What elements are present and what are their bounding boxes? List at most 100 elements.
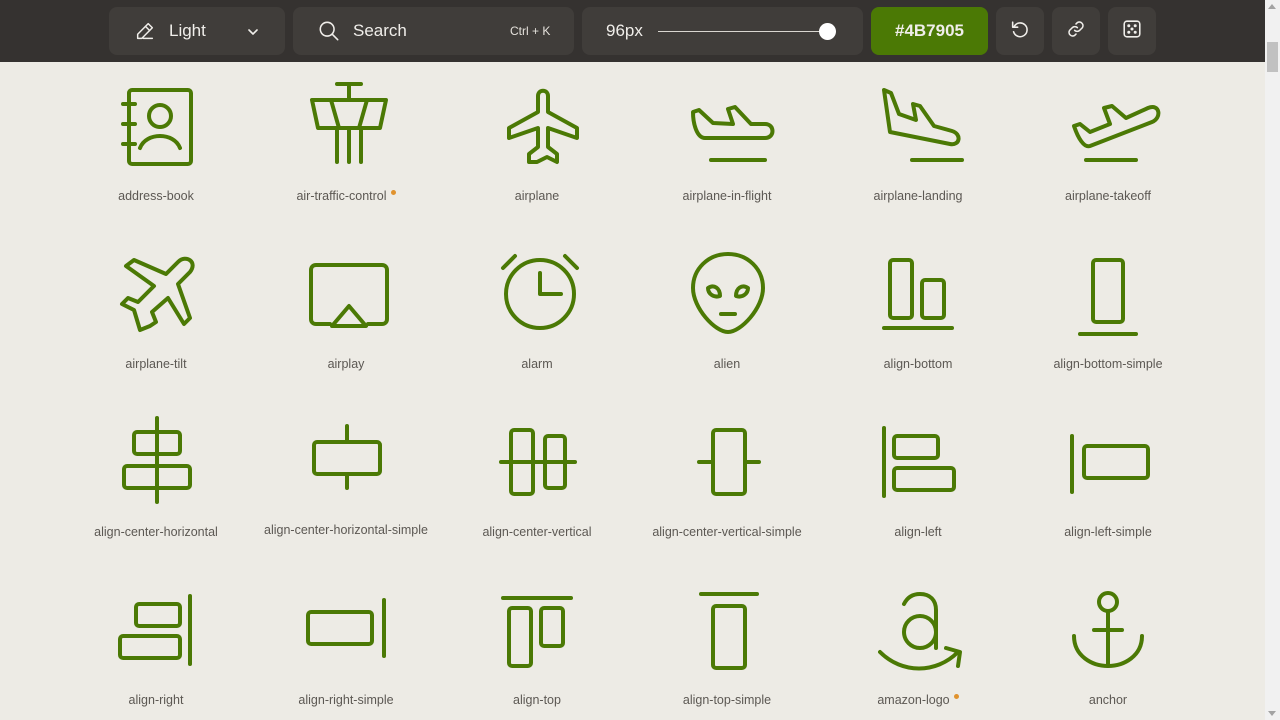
weight-label: Light — [169, 21, 206, 40]
icon-card-airplane-takeoff[interactable]: airplane-takeoff — [1013, 62, 1203, 230]
icon-card-align-center-vertical-simple[interactable]: align-center-vertical-simple — [632, 398, 822, 566]
toolbar: Light Ctrl + K 96px #4B7905 — [0, 0, 1265, 62]
icon-card-align-center-vertical[interactable]: align-center-vertical — [442, 398, 632, 566]
align-top-icon — [497, 580, 593, 676]
align-left-icon — [878, 412, 974, 508]
icon-label: align-center-horizontal — [94, 525, 218, 539]
size-label: 96px — [606, 21, 643, 40]
icon-card-align-bottom-simple[interactable]: align-bottom-simple — [1013, 230, 1203, 398]
icon-card-anchor[interactable]: anchor — [1013, 566, 1203, 720]
icon-card-airplay[interactable]: airplay — [251, 230, 441, 398]
search-input[interactable] — [353, 21, 493, 41]
search-icon — [318, 20, 340, 47]
airplane-takeoff-icon — [1068, 76, 1164, 172]
color-picker-button[interactable]: #4B7905 — [871, 7, 988, 55]
icon-label: airplane-landing — [873, 189, 963, 203]
icon-card-address-book[interactable]: address-book — [61, 62, 251, 230]
icon-label: align-top — [513, 693, 561, 707]
icon-label: align-right-simple — [298, 693, 394, 707]
airplane-tilt-icon — [116, 244, 212, 340]
icon-card-align-bottom[interactable]: align-bottom — [823, 230, 1013, 398]
size-slider-thumb[interactable] — [818, 23, 836, 40]
airplane-icon — [497, 76, 593, 172]
icon-card-align-top-simple[interactable]: align-top-simple — [632, 566, 822, 720]
alarm-icon — [497, 244, 593, 340]
icon-label: align-center-horizontal-simple — [264, 523, 428, 537]
icon-card-airplane-in-flight[interactable]: airplane-in-flight — [632, 62, 822, 230]
size-slider-fill — [658, 31, 827, 32]
icon-label: airplane-in-flight — [682, 189, 772, 203]
search-shortcut: Ctrl + K — [510, 24, 551, 38]
color-label: #4B7905 — [894, 21, 964, 40]
amazon-logo-icon — [878, 580, 974, 676]
icon-card-alarm[interactable]: alarm — [442, 230, 632, 398]
new-badge — [390, 190, 396, 195]
icon-card-airplane-tilt[interactable]: airplane-tilt — [61, 230, 251, 398]
icon-card-align-right[interactable]: align-right — [61, 566, 251, 720]
align-center-horizontal-icon — [116, 412, 212, 508]
address-book-icon — [116, 76, 212, 172]
weight-select[interactable]: Light — [109, 7, 285, 55]
link-icon — [1065, 18, 1087, 45]
anchor-icon — [1068, 580, 1164, 676]
icon-label: air-traffic-control — [251, 188, 441, 204]
align-right-icon — [116, 580, 212, 676]
new-badge — [953, 694, 959, 699]
reset-button[interactable] — [996, 7, 1044, 55]
copy-link-button[interactable] — [1052, 7, 1100, 55]
airplane-in-flight-icon — [687, 76, 783, 172]
icon-card-alien[interactable]: alien — [632, 230, 822, 398]
icon-label: airplane — [514, 189, 560, 203]
icon-label: align-bottom — [883, 357, 953, 371]
icon-label: align-top-simple — [682, 693, 772, 707]
icon-label: align-left — [894, 525, 942, 539]
icon-label: airplane-tilt — [125, 357, 187, 371]
icon-label: anchor — [1088, 693, 1128, 707]
scroll-down-arrow[interactable] — [1268, 711, 1276, 716]
align-center-vertical-simple-icon — [687, 412, 783, 508]
icon-card-align-center-horizontal[interactable]: align-center-horizontal — [61, 398, 251, 566]
align-bottom-simple-icon — [1068, 244, 1164, 340]
search-box: Ctrl + K — [293, 7, 574, 55]
icon-card-align-left-simple[interactable]: align-left-simple — [1013, 398, 1203, 566]
align-center-vertical-icon — [497, 412, 593, 508]
icon-label: align-right — [128, 693, 184, 707]
pencil-icon — [134, 20, 156, 47]
icon-label: alarm — [521, 357, 553, 371]
icon-card-air-traffic-control[interactable]: air-traffic-control — [251, 62, 441, 230]
icon-card-amazon-logo[interactable]: amazon-logo — [823, 566, 1013, 720]
scroll-up-arrow[interactable] — [1268, 4, 1276, 9]
icon-label: align-bottom-simple — [1053, 357, 1163, 371]
align-left-simple-icon — [1068, 412, 1164, 508]
chevron-down-icon — [247, 25, 259, 43]
icon-card-align-left[interactable]: align-left — [823, 398, 1013, 566]
icon-card-airplane[interactable]: airplane — [442, 62, 632, 230]
dice-icon — [1121, 18, 1143, 45]
scroll-thumb[interactable] — [1267, 42, 1278, 72]
icon-grid: address-book air-traffic-control airplan… — [0, 62, 1265, 720]
icon-card-align-center-horizontal-simple[interactable]: align-center-horizontal-simple — [251, 398, 441, 566]
align-bottom-icon — [878, 244, 974, 340]
icon-label: address-book — [118, 189, 194, 203]
icon-label: airplane-takeoff — [1065, 189, 1151, 203]
random-button[interactable] — [1108, 7, 1156, 55]
icon-label: airplay — [327, 357, 365, 371]
icon-card-align-right-simple[interactable]: align-right-simple — [251, 566, 441, 720]
icon-label: amazon-logo — [823, 692, 1013, 708]
align-top-simple-icon — [687, 580, 783, 676]
align-right-simple-icon — [306, 580, 402, 676]
icon-label: align-left-simple — [1064, 525, 1152, 539]
align-center-horizontal-simple-icon — [306, 412, 402, 508]
alien-icon — [687, 244, 783, 340]
icon-label: alien — [713, 357, 741, 371]
airplay-icon — [306, 244, 402, 340]
airplane-landing-icon — [878, 76, 974, 172]
icon-label: align-center-vertical-simple — [652, 525, 802, 539]
page-scrollbar[interactable] — [1265, 0, 1280, 720]
air-traffic-control-icon — [306, 76, 402, 172]
size-slider[interactable] — [658, 23, 836, 40]
size-control: 96px — [582, 7, 863, 55]
icon-card-align-top[interactable]: align-top — [442, 566, 632, 720]
icon-label: align-center-vertical — [482, 525, 592, 539]
icon-card-airplane-landing[interactable]: airplane-landing — [823, 62, 1013, 230]
